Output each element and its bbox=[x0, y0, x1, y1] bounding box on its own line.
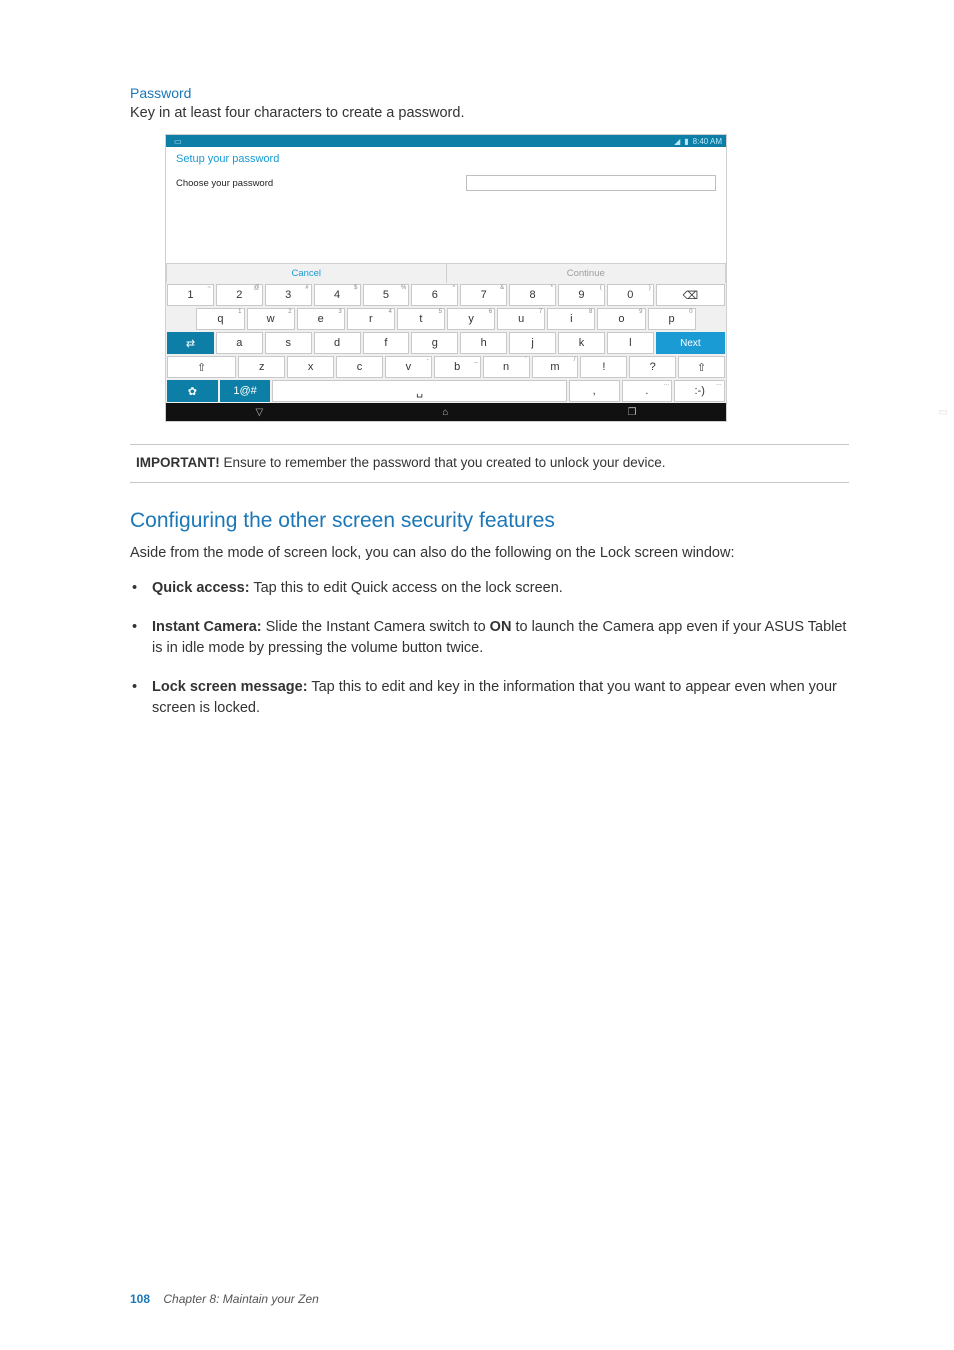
space-key[interactable]: ␣ bbox=[272, 380, 566, 402]
key-q[interactable]: q1 bbox=[196, 308, 244, 330]
key-9[interactable]: 9( bbox=[558, 284, 605, 306]
continue-button[interactable]: Continue bbox=[447, 263, 727, 283]
shift-right-key[interactable]: ⇧ bbox=[678, 356, 725, 378]
key-5[interactable]: 5% bbox=[363, 284, 410, 306]
status-bar: ▭ ◢ ▮ 8:40 AM bbox=[166, 135, 726, 147]
key-m[interactable]: m/ bbox=[532, 356, 579, 378]
keyboard-indicator-icon: ▭ bbox=[174, 137, 182, 146]
on-label: ON bbox=[490, 619, 512, 635]
key-n[interactable]: n' bbox=[483, 356, 530, 378]
choose-password-label: Choose your password bbox=[176, 178, 466, 189]
instant-camera-label: Instant Camera: bbox=[152, 619, 262, 635]
comma-key[interactable]: , bbox=[569, 380, 620, 402]
period-key[interactable]: .… bbox=[622, 380, 673, 402]
key-b[interactable]: b_ bbox=[434, 356, 481, 378]
key-v[interactable]: v- bbox=[385, 356, 432, 378]
nav-home-icon[interactable]: ⌂ bbox=[442, 407, 448, 418]
callout-text: Ensure to remember the password that you… bbox=[220, 455, 666, 470]
key-f[interactable]: f bbox=[363, 332, 410, 354]
section-heading: Configuring the other screen security fe… bbox=[130, 509, 849, 533]
android-navbar: ▽ ⌂ ❐ ▭ bbox=[166, 403, 726, 421]
section-title: Password bbox=[130, 85, 849, 101]
password-screenshot: ▭ ◢ ▮ 8:40 AM Setup your password Choose… bbox=[165, 134, 727, 422]
key-o[interactable]: o9 bbox=[597, 308, 645, 330]
key-y[interactable]: y6 bbox=[447, 308, 495, 330]
key-8[interactable]: 8* bbox=[509, 284, 556, 306]
nav-back-icon[interactable]: ▽ bbox=[256, 407, 264, 418]
password-input[interactable] bbox=[466, 175, 716, 191]
key-s[interactable]: s bbox=[265, 332, 312, 354]
key-e[interactable]: e3 bbox=[297, 308, 345, 330]
instant-camera-text-pre: Slide the Instant Camera switch to bbox=[262, 619, 490, 635]
callout-label: IMPORTANT! bbox=[136, 455, 220, 470]
key-t[interactable]: t5 bbox=[397, 308, 445, 330]
important-callout: IMPORTANT! Ensure to remember the passwo… bbox=[130, 444, 849, 483]
on-screen-keyboard: 1~2@3#4$5%6^7&8*9(0)⌫ q1w2e3r4t5y6u7i8o9… bbox=[166, 283, 726, 421]
key-h[interactable]: h bbox=[460, 332, 507, 354]
chapter-label: Chapter 8: Maintain your Zen bbox=[163, 1292, 318, 1306]
wifi-icon: ◢ bbox=[674, 137, 680, 146]
section-body: Key in at least four characters to creat… bbox=[130, 103, 849, 124]
key-u[interactable]: u7 bbox=[497, 308, 545, 330]
symbols-key[interactable]: 1@# bbox=[220, 380, 271, 402]
key-x[interactable]: x bbox=[287, 356, 334, 378]
key-c[interactable]: c bbox=[336, 356, 383, 378]
key-7[interactable]: 7& bbox=[460, 284, 507, 306]
page-footer: 108 Chapter 8: Maintain your Zen bbox=[130, 1292, 319, 1306]
key-l[interactable]: l bbox=[607, 332, 654, 354]
key-3[interactable]: 3# bbox=[265, 284, 312, 306]
statusbar-time: 8:40 AM bbox=[693, 137, 722, 146]
key-g[interactable]: g bbox=[411, 332, 458, 354]
key-i[interactable]: i8 bbox=[547, 308, 595, 330]
list-item: Instant Camera: Slide the Instant Camera… bbox=[130, 617, 849, 659]
quick-access-text: Tap this to edit Quick access on the loc… bbox=[250, 580, 563, 596]
key-a[interactable]: a bbox=[216, 332, 263, 354]
shift-left-key[interactable]: ⇧ bbox=[167, 356, 236, 378]
nav-recent-icon[interactable]: ❐ bbox=[627, 407, 636, 418]
key-1[interactable]: 1~ bbox=[167, 284, 214, 306]
feature-list: Quick access: Tap this to edit Quick acc… bbox=[130, 578, 849, 719]
quick-access-label: Quick access: bbox=[152, 580, 250, 596]
intro-text: Aside from the mode of screen lock, you … bbox=[130, 543, 849, 564]
next-key[interactable]: Next bbox=[656, 332, 725, 354]
key-6[interactable]: 6^ bbox=[411, 284, 458, 306]
key-d[interactable]: d bbox=[314, 332, 361, 354]
list-item: Lock screen message: Tap this to edit an… bbox=[130, 677, 849, 719]
key-j[interactable]: j bbox=[509, 332, 556, 354]
screen-title: Setup your password bbox=[166, 147, 726, 171]
key-p[interactable]: p0 bbox=[648, 308, 696, 330]
key-r[interactable]: r4 bbox=[347, 308, 395, 330]
key-k[interactable]: k bbox=[558, 332, 605, 354]
key-w[interactable]: w2 bbox=[247, 308, 295, 330]
page-number: 108 bbox=[130, 1292, 150, 1306]
language-key[interactable]: ⇄ bbox=[167, 332, 214, 354]
key-4[interactable]: 4$ bbox=[314, 284, 361, 306]
list-item: Quick access: Tap this to edit Quick acc… bbox=[130, 578, 849, 599]
emoji-key[interactable]: :-)… bbox=[674, 380, 725, 402]
key-?[interactable]: ? bbox=[629, 356, 676, 378]
lock-screen-message-label: Lock screen message: bbox=[152, 679, 308, 695]
battery-icon: ▮ bbox=[684, 137, 688, 146]
key-z[interactable]: z bbox=[238, 356, 285, 378]
backspace-key[interactable]: ⌫ bbox=[656, 284, 725, 306]
settings-key[interactable]: ✿ bbox=[167, 380, 218, 402]
cancel-button[interactable]: Cancel bbox=[166, 263, 447, 283]
key-0[interactable]: 0) bbox=[607, 284, 654, 306]
key-![interactable]: ! bbox=[580, 356, 627, 378]
key-2[interactable]: 2@ bbox=[216, 284, 263, 306]
